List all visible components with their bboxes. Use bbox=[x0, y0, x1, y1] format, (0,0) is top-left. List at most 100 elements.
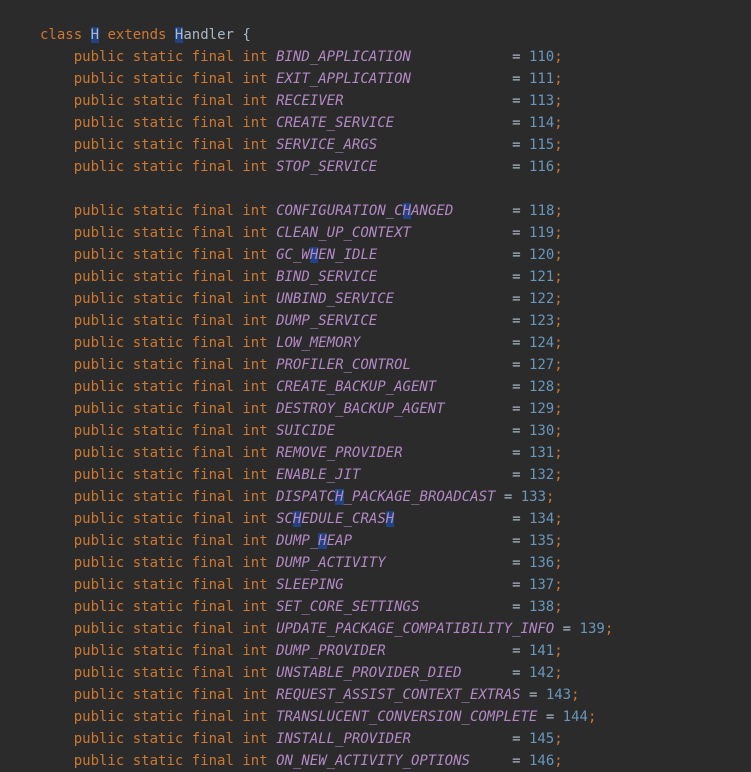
equals: = bbox=[512, 225, 529, 241]
keyword-int: int bbox=[242, 203, 267, 219]
keyword-public: public bbox=[74, 577, 125, 593]
equals: = bbox=[512, 379, 529, 395]
constant-value: 127 bbox=[529, 357, 554, 373]
keyword-static: static bbox=[133, 599, 184, 615]
constant-name: CLEAN_UP_CONTEXT bbox=[276, 225, 411, 241]
keyword-final: final bbox=[192, 533, 234, 549]
keyword-int: int bbox=[242, 511, 267, 527]
keyword-int: int bbox=[242, 577, 267, 593]
field-declaration: public static final int DISPATCH_PACKAGE… bbox=[40, 486, 751, 508]
constant-name: STOP_SERVICE bbox=[276, 159, 377, 175]
keyword-static: static bbox=[133, 115, 184, 131]
keyword-final: final bbox=[192, 357, 234, 373]
keyword-public: public bbox=[74, 225, 125, 241]
keyword-static: static bbox=[133, 291, 184, 307]
equals: = bbox=[563, 621, 580, 637]
keyword-final: final bbox=[192, 621, 234, 637]
constant-value: 120 bbox=[529, 247, 554, 263]
semicolon: ; bbox=[554, 401, 562, 417]
keyword-static: static bbox=[133, 335, 184, 351]
keyword-public: public bbox=[74, 71, 125, 87]
equals: = bbox=[512, 115, 529, 131]
field-declaration: public static final int REMOVE_PROVIDER … bbox=[40, 442, 751, 464]
equals: = bbox=[512, 313, 529, 329]
keyword-final: final bbox=[192, 555, 234, 571]
keyword-public: public bbox=[74, 137, 125, 153]
keyword-public: public bbox=[74, 621, 125, 637]
keyword-final: final bbox=[192, 291, 234, 307]
keyword-public: public bbox=[74, 335, 125, 351]
equals: = bbox=[512, 269, 529, 285]
constant-value: 134 bbox=[529, 511, 554, 527]
semicolon: ; bbox=[554, 313, 562, 329]
keyword-public: public bbox=[74, 379, 125, 395]
constant-name: REMOVE_PROVIDER bbox=[276, 445, 402, 461]
field-declaration: public static final int DESTROY_BACKUP_A… bbox=[40, 398, 751, 420]
keyword-final: final bbox=[192, 665, 234, 681]
keyword-int: int bbox=[242, 269, 267, 285]
keyword-int: int bbox=[242, 687, 267, 703]
constant-value: 137 bbox=[529, 577, 554, 593]
constant-name: REQUEST_ASSIST_CONTEXT_EXTRAS bbox=[276, 687, 520, 703]
constant-name: SCHEDULE_CRASH bbox=[276, 511, 394, 527]
keyword-public: public bbox=[74, 247, 125, 263]
constant-name: UPDATE_PACKAGE_COMPATIBILITY_INFO bbox=[276, 621, 554, 637]
keyword-final: final bbox=[192, 709, 234, 725]
keyword-public: public bbox=[74, 643, 125, 659]
constant-value: 122 bbox=[529, 291, 554, 307]
keyword-int: int bbox=[242, 49, 267, 65]
keyword-public: public bbox=[74, 555, 125, 571]
field-declaration: public static final int CREATE_SERVICE =… bbox=[40, 112, 751, 134]
constant-name: TRANSLUCENT_CONVERSION_COMPLETE bbox=[276, 709, 537, 725]
equals: = bbox=[512, 533, 529, 549]
keyword-static: static bbox=[133, 71, 184, 87]
keyword-public: public bbox=[74, 49, 125, 65]
semicolon: ; bbox=[554, 379, 562, 395]
equals: = bbox=[512, 445, 529, 461]
constant-name: EXIT_APPLICATION bbox=[276, 71, 411, 87]
field-declaration: public static final int SLEEPING = 137; bbox=[40, 574, 751, 596]
keyword-final: final bbox=[192, 49, 234, 65]
field-declaration: public static final int ON_NEW_ACTIVITY_… bbox=[40, 750, 751, 772]
constant-name: DUMP_ACTIVITY bbox=[276, 555, 386, 571]
keyword-static: static bbox=[133, 731, 184, 747]
keyword-static: static bbox=[133, 423, 184, 439]
keyword-static: static bbox=[133, 445, 184, 461]
keyword-static: static bbox=[133, 137, 184, 153]
keyword-public: public bbox=[74, 709, 125, 725]
highlight: H bbox=[91, 27, 99, 43]
constant-name: DESTROY_BACKUP_AGENT bbox=[276, 401, 445, 417]
field-declaration: public static final int STOP_SERVICE = 1… bbox=[40, 156, 751, 178]
class-name: H bbox=[91, 27, 99, 43]
constant-name: SERVICE_ARGS bbox=[276, 137, 377, 153]
constant-name: ENABLE_JIT bbox=[276, 467, 360, 483]
keyword-static: static bbox=[133, 93, 184, 109]
keyword-final: final bbox=[192, 489, 234, 505]
keyword-int: int bbox=[242, 445, 267, 461]
constant-value: 133 bbox=[521, 489, 546, 505]
keyword-final: final bbox=[192, 247, 234, 263]
field-declaration: public static final int UNSTABLE_PROVIDE… bbox=[40, 662, 751, 684]
constant-value: 113 bbox=[529, 93, 554, 109]
keyword-public: public bbox=[74, 313, 125, 329]
keyword-static: static bbox=[133, 269, 184, 285]
semicolon: ; bbox=[554, 115, 562, 131]
keyword-int: int bbox=[242, 93, 267, 109]
equals: = bbox=[512, 247, 529, 263]
keyword-final: final bbox=[192, 599, 234, 615]
keyword-static: static bbox=[133, 555, 184, 571]
keyword-final: final bbox=[192, 159, 234, 175]
keyword-static: static bbox=[133, 467, 184, 483]
field-declaration: public static final int LOW_MEMORY = 124… bbox=[40, 332, 751, 354]
constant-value: 116 bbox=[529, 159, 554, 175]
equals: = bbox=[504, 489, 521, 505]
field-declaration: public static final int INSTALL_PROVIDER… bbox=[40, 728, 751, 750]
keyword-static: static bbox=[133, 577, 184, 593]
semicolon: ; bbox=[554, 423, 562, 439]
code-editor[interactable]: class H extends Handler { public static … bbox=[0, 24, 751, 772]
open-brace: { bbox=[242, 27, 250, 43]
constant-value: 142 bbox=[529, 665, 554, 681]
semicolon: ; bbox=[554, 269, 562, 285]
keyword-public: public bbox=[74, 291, 125, 307]
keyword-int: int bbox=[242, 71, 267, 87]
